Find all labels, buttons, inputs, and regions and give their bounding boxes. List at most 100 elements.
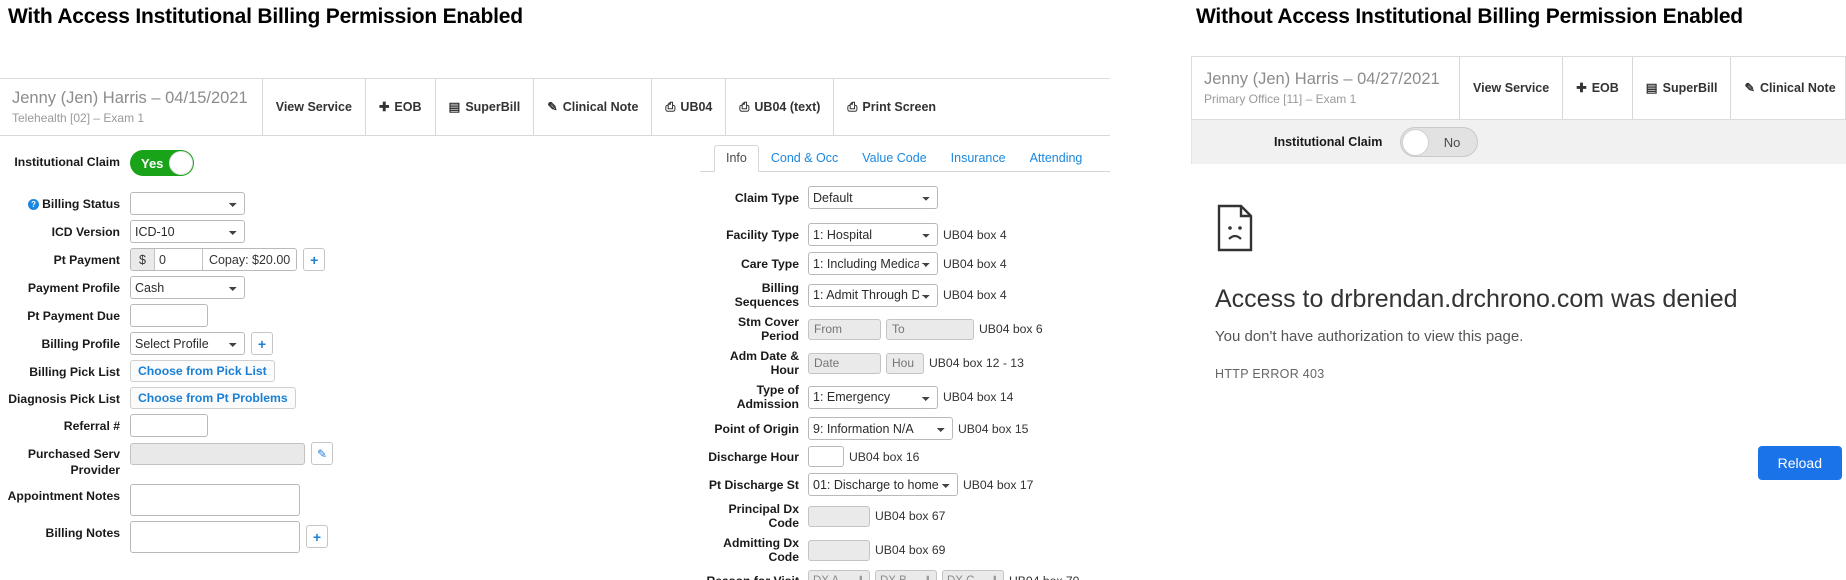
point-of-origin-row: Point of Origin 9: Information N/A UB04 … [700,417,1110,440]
patient-summary[interactable]: Jenny (Jen) Harris – 04/15/2021 Teleheal… [0,79,263,135]
right-toggle-value: No [1443,134,1461,150]
institutional-claim-toggle[interactable]: Yes [130,150,194,176]
left-panel-heading: With Access Institutional Billing Permis… [8,5,523,28]
tab-insurance[interactable]: Insurance [939,145,1018,171]
reason-dx-a-dropdown[interactable]: DX A ⬇ [808,570,870,580]
point-of-origin-select[interactable]: 9: Information N/A [808,417,953,440]
pt-discharge-st-note: UB04 box 17 [963,477,1034,492]
add-payment-button[interactable]: + [303,248,326,271]
billing-pick-list-label: Billing Pick List [29,365,120,379]
institutional-claim-row: Institutional Claim Yes [0,150,430,176]
ub04-text-button[interactable]: ⎙ UB04 (text) [726,79,835,135]
ub04-button[interactable]: ⎙ UB04 [652,79,727,135]
stm-cover-period-row: Stm Cover Period UB04 box 6 [700,315,1110,343]
choose-from-pt-problems-button[interactable]: Choose from Pt Problems [130,387,296,409]
billing-profile-select[interactable]: Select Profile [130,332,245,355]
type-of-admission-select[interactable]: 1: Emergency [808,385,938,409]
add-billing-note-button[interactable]: + [306,525,328,549]
right-patient-name-date: Jenny (Jen) Harris – 04/27/2021 [1204,70,1440,88]
icd-version-select[interactable]: ICD-10 [130,220,245,243]
right-eob-button[interactable]: ✚ EOB [1563,57,1633,119]
right-institutional-claim-toggle[interactable]: No [1400,127,1479,157]
right-clinical-note-label: Clinical Note [1759,81,1836,95]
adm-date-input[interactable] [808,352,881,374]
adm-date-hour-note: UB04 box 12 - 13 [929,356,1024,370]
billing-status-label: ? Billing Status [0,192,130,214]
point-of-origin-label: Point of Origin [714,421,799,436]
reason-dx-c-dropdown[interactable]: DX C ⬇ [942,570,1004,580]
adm-hour-input[interactable] [886,352,924,374]
chevron-down-icon: ⬇ [924,575,932,580]
stm-cover-from-input[interactable] [808,318,881,340]
principal-dx-code-row: Principal Dx Code UB04 box 67 [700,502,1110,530]
appointment-notes-textarea[interactable] [130,483,300,516]
reload-button[interactable]: Reload [1757,446,1842,480]
right-eob-label: EOB [1591,81,1619,95]
billing-status-row: ? Billing Status [0,192,430,215]
care-type-select[interactable]: 1: Including Medicare [808,252,938,275]
tab-info[interactable]: Info [714,145,759,172]
referral-input[interactable] [130,414,208,437]
help-icon[interactable]: ? [28,199,40,210]
payment-profile-select[interactable]: Cash [130,276,245,299]
appointment-toolbar: Jenny (Jen) Harris – 04/15/2021 Teleheal… [0,79,1110,136]
chevron-down-icon: ⬇ [857,575,865,580]
add-billing-profile-button[interactable]: + [251,332,273,355]
claim-type-select[interactable]: Default [808,186,938,209]
pt-payment-due-row: Pt Payment Due [0,304,430,327]
stm-cover-to-input[interactable] [886,318,974,340]
facility-type-label: Facility Type [726,227,799,242]
purchased-serv-provider-field[interactable] [130,442,305,465]
type-of-admission-label: Type of Admission [736,383,799,411]
facility-type-select[interactable]: 1: Hospital [808,223,938,246]
billing-sequences-select[interactable]: 1: Admit Through Disc [808,283,938,307]
reason-dx-b-dropdown[interactable]: DX B ⬇ [875,570,937,580]
billing-left-column: Institutional Claim Yes ?Billing Status [0,136,430,580]
pt-payment-amount-input[interactable] [154,249,203,270]
billing-profile-label: Billing Profile [41,337,120,351]
right-panel-heading: Without Access Institutional Billing Per… [1196,5,1743,28]
right-patient-summary[interactable]: Jenny (Jen) Harris – 04/27/2021 Primary … [1192,57,1460,119]
tab-attending[interactable]: Attending [1018,145,1095,171]
tab-value-code[interactable]: Value Code [850,145,938,171]
eob-button[interactable]: ✚ EOB [366,79,436,135]
right-superbill-button[interactable]: ▤ SuperBill [1633,57,1732,119]
right-view-service-label: View Service [1473,81,1550,95]
referral-label: Referral # [63,419,120,433]
card-icon: ▤ [1645,80,1658,95]
billing-status-select[interactable] [130,192,245,215]
pt-discharge-st-select[interactable]: 01: Discharge to home or self [808,473,958,496]
reason-dx-c-label: DX C [947,575,974,580]
billing-notes-textarea[interactable] [130,520,300,553]
copay-amount: Copay: $20.00 [202,249,297,270]
left-screenshot: Jenny (Jen) Harris – 04/15/2021 Teleheal… [0,78,1110,580]
institutional-claim-label: Institutional Claim [14,155,120,169]
right-superbill-label: SuperBill [1662,81,1718,95]
payment-profile-row: Payment Profile Cash [0,276,430,299]
appointment-location: Telehealth [02] – Exam 1 [12,111,145,125]
choose-from-pick-list-button[interactable]: Choose from Pick List [130,360,275,382]
printer-icon: ⎙ [665,99,676,114]
purchased-serv-provider-label: Purchased Serv Provider [27,447,120,478]
pt-payment-due-input[interactable] [130,304,208,327]
tab-cond-occ[interactable]: Cond & Occ [759,145,850,171]
printer-icon: ⎙ [847,99,858,114]
pencil-icon: ✎ [547,99,558,114]
superbill-button[interactable]: ▤ SuperBill [436,79,535,135]
toggle-knob [1402,129,1430,156]
access-denied-title: Access to drbrendan.drchrono.com was den… [1215,285,1738,313]
right-clinical-note-button[interactable]: ✎ Clinical Note [1731,57,1846,119]
right-view-service-button[interactable]: View Service [1460,57,1564,119]
billing-notes-label: Billing Notes [45,525,120,540]
ub04-label: UB04 [680,100,713,114]
edit-pencil-icon[interactable]: ✎ [311,442,333,465]
ub04-text-label: UB04 (text) [754,100,821,114]
view-service-button[interactable]: View Service [263,79,366,135]
discharge-hour-input[interactable] [808,446,844,467]
print-screen-button[interactable]: ⎙ Print Screen [834,79,949,135]
clinical-note-button[interactable]: ✎ Clinical Note [534,79,653,135]
pt-discharge-st-label: Pt Discharge St [708,477,799,492]
screenshot-stage: With Access Institutional Billing Permis… [0,0,1846,580]
admitting-dx-code-field[interactable] [808,539,870,561]
principal-dx-code-field[interactable] [808,505,870,527]
